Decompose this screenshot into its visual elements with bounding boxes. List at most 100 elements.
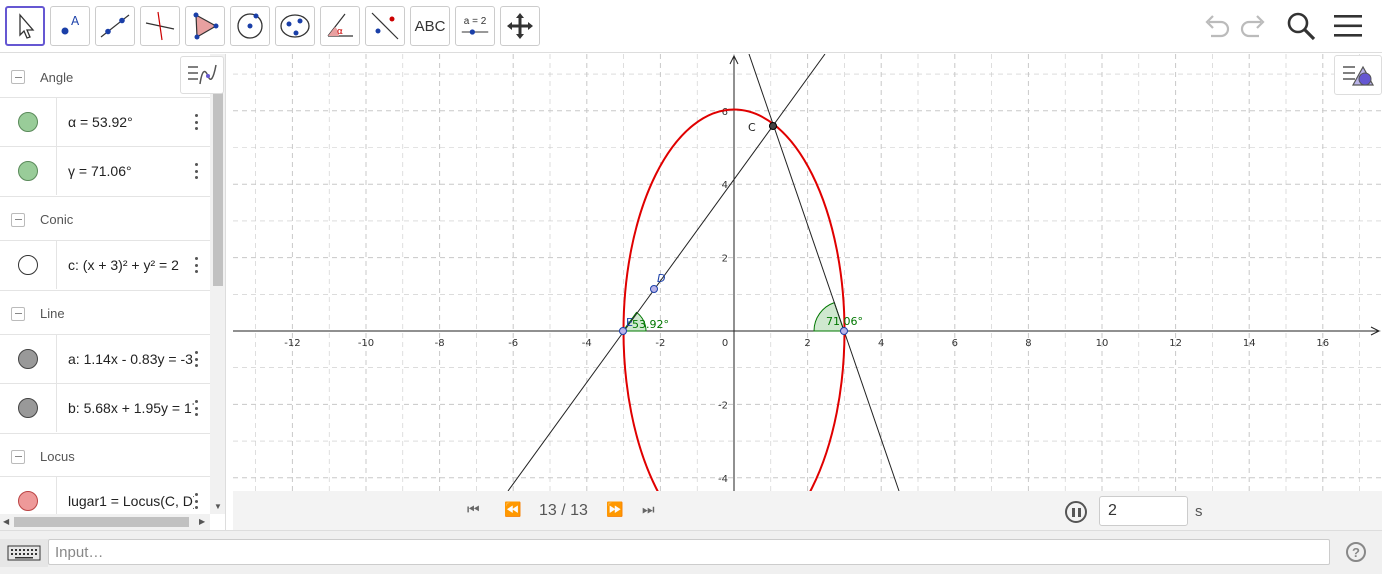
polygon-tool-button[interactable] [185,6,225,46]
visibility-toggle[interactable] [0,98,57,146]
perpendicular-tool-button[interactable] [140,6,180,46]
undo-icon [1205,15,1230,38]
circle-tool-button[interactable] [230,6,270,46]
step-back-button[interactable]: ⏪ [504,501,521,518]
skip-to-start-button[interactable]: ⏮ [467,501,480,518]
input-bar: Input… ? [0,530,1382,574]
graphics-canvas[interactable]: -12 -10 -8 -6 -4 -2 0 2 4 6 8 10 12 14 16 642-2-4 C D … [233,54,1382,491]
marble-icon[interactable] [18,398,38,418]
angle-gamma-label: 71.06° [826,315,863,328]
vertical-scroll-thumb[interactable] [213,76,223,286]
algebra-item-conic-c[interactable]: c: (x + 3)² + y² = 2 [0,240,210,289]
algebra-style-bar-button[interactable] [180,56,224,94]
collapse-icon[interactable] [11,449,25,464]
x-tick-label: 0 [722,338,728,349]
algebra-item-text[interactable]: α = 53.92° [68,114,194,130]
pause-button[interactable] [1065,501,1087,523]
graphics-style-bar-button[interactable] [1334,55,1382,95]
y-tick-label: 2 [722,254,728,265]
skip-to-end-button[interactable]: ⏭ [642,501,655,518]
algebra-item-text[interactable]: c: (x + 3)² + y² = 2 [68,257,194,273]
more-options-icon[interactable] [190,112,202,132]
point-d[interactable] [650,285,658,293]
step-forward-button[interactable]: ⏩ [606,501,623,518]
collapse-icon[interactable] [11,212,25,227]
ellipse-icon [280,14,310,38]
x-tick-label: -6 [508,338,518,349]
redo-button[interactable] [1237,10,1269,42]
algebra-item-gamma[interactable]: γ = 71.06° [0,146,210,195]
visibility-toggle[interactable] [0,384,57,432]
graphics-style-icon [1343,65,1375,86]
more-options-icon[interactable] [190,349,202,369]
group-header-line[interactable]: Line [0,290,210,336]
slider-icon [461,28,489,35]
collapse-icon[interactable] [11,70,25,84]
scroll-down-arrow-icon[interactable]: ▼ [214,502,222,511]
help-button[interactable]: ? [1346,542,1366,562]
text-tool-label: ABC [414,17,446,35]
ellipse-tool-button[interactable] [275,6,315,46]
reflect-tool-button[interactable] [365,6,405,46]
animation-speed-input[interactable]: 2 [1099,496,1188,526]
more-options-icon[interactable] [190,398,202,418]
point-c-label: C [748,121,756,134]
algebra-item-alpha[interactable]: α = 53.92° [0,97,210,146]
x-tick-label: 8 [1025,338,1031,349]
marble-icon[interactable] [18,491,38,511]
group-header-conic[interactable]: Conic [0,196,210,242]
horizontal-scrollbar[interactable]: ◀ ▶ [0,514,210,530]
more-options-icon[interactable] [190,255,202,275]
marble-icon[interactable] [18,255,38,275]
point-f[interactable] [840,327,848,335]
undo-button[interactable] [1201,10,1233,42]
algebra-input-field[interactable]: Input… [48,539,1330,565]
cursor-arrow-icon [19,13,35,39]
marble-icon[interactable] [18,161,38,181]
move-graphics-tool-button[interactable] [500,6,540,46]
line-tool-button[interactable] [95,6,135,46]
more-options-icon[interactable] [190,161,202,181]
reflect-about-line-icon [371,12,399,40]
line-a[interactable] [507,54,826,491]
algebra-item-text[interactable]: γ = 71.06° [68,163,194,179]
group-label: Angle [40,69,74,85]
group-header-locus[interactable]: Locus [0,433,210,479]
visibility-toggle[interactable] [0,147,57,195]
y-tick-label: 6 [722,107,728,118]
keyboard-button[interactable] [0,539,48,567]
group-label: Locus [40,449,75,464]
visibility-toggle[interactable] [0,335,57,383]
x-tick-label: 10 [1096,338,1109,349]
algebra-item-line-a[interactable]: a: 1.14x - 0.83y = -3.43 [0,334,210,383]
algebra-item-text[interactable]: lugar1 = Locus(C, D) [68,493,194,509]
angle-tool-button[interactable]: α [320,6,360,46]
axes [233,54,1381,491]
search-button[interactable] [1285,10,1317,42]
main-menu-button[interactable] [1332,10,1364,42]
scroll-right-arrow-icon[interactable]: ▶ [199,517,205,526]
more-options-icon[interactable] [190,491,202,511]
x-tick-label: -2 [655,338,665,349]
x-tick-labels: -12 -10 -8 -6 -4 -2 0 2 4 6 8 10 12 14 16 [284,338,1329,349]
graphics-view[interactable]: -12 -10 -8 -6 -4 -2 0 2 4 6 8 10 12 14 16 6 4 2 -2 -4 C D … [233,54,1382,491]
visibility-toggle[interactable] [0,241,57,289]
point-tool-button[interactable]: A [50,6,90,46]
algebra-item-line-b[interactable]: b: 5.68x + 1.95y = 17.0 [0,383,210,432]
algebra-item-text[interactable]: b: 5.68x + 1.95y = 17.0 [68,400,194,416]
marble-icon[interactable] [18,349,38,369]
move-tool-button[interactable] [5,6,45,46]
angle-icon: α [327,13,353,37]
group-header-angle[interactable]: Angle [0,54,210,100]
line-b[interactable] [748,54,900,491]
text-tool-button[interactable]: ABC [410,6,450,46]
point-c[interactable] [769,122,777,130]
x-tick-label: 12 [1169,338,1182,349]
algebra-item-text[interactable]: a: 1.14x - 0.83y = -3.43 [68,351,194,367]
horizontal-scroll-thumb[interactable] [14,517,189,527]
vertical-scrollbar[interactable]: ▼ [210,54,225,514]
slider-tool-button[interactable]: a = 2 [455,6,495,46]
marble-icon[interactable] [18,112,38,132]
collapse-icon[interactable] [11,306,25,321]
scroll-left-arrow-icon[interactable]: ◀ [3,517,9,526]
